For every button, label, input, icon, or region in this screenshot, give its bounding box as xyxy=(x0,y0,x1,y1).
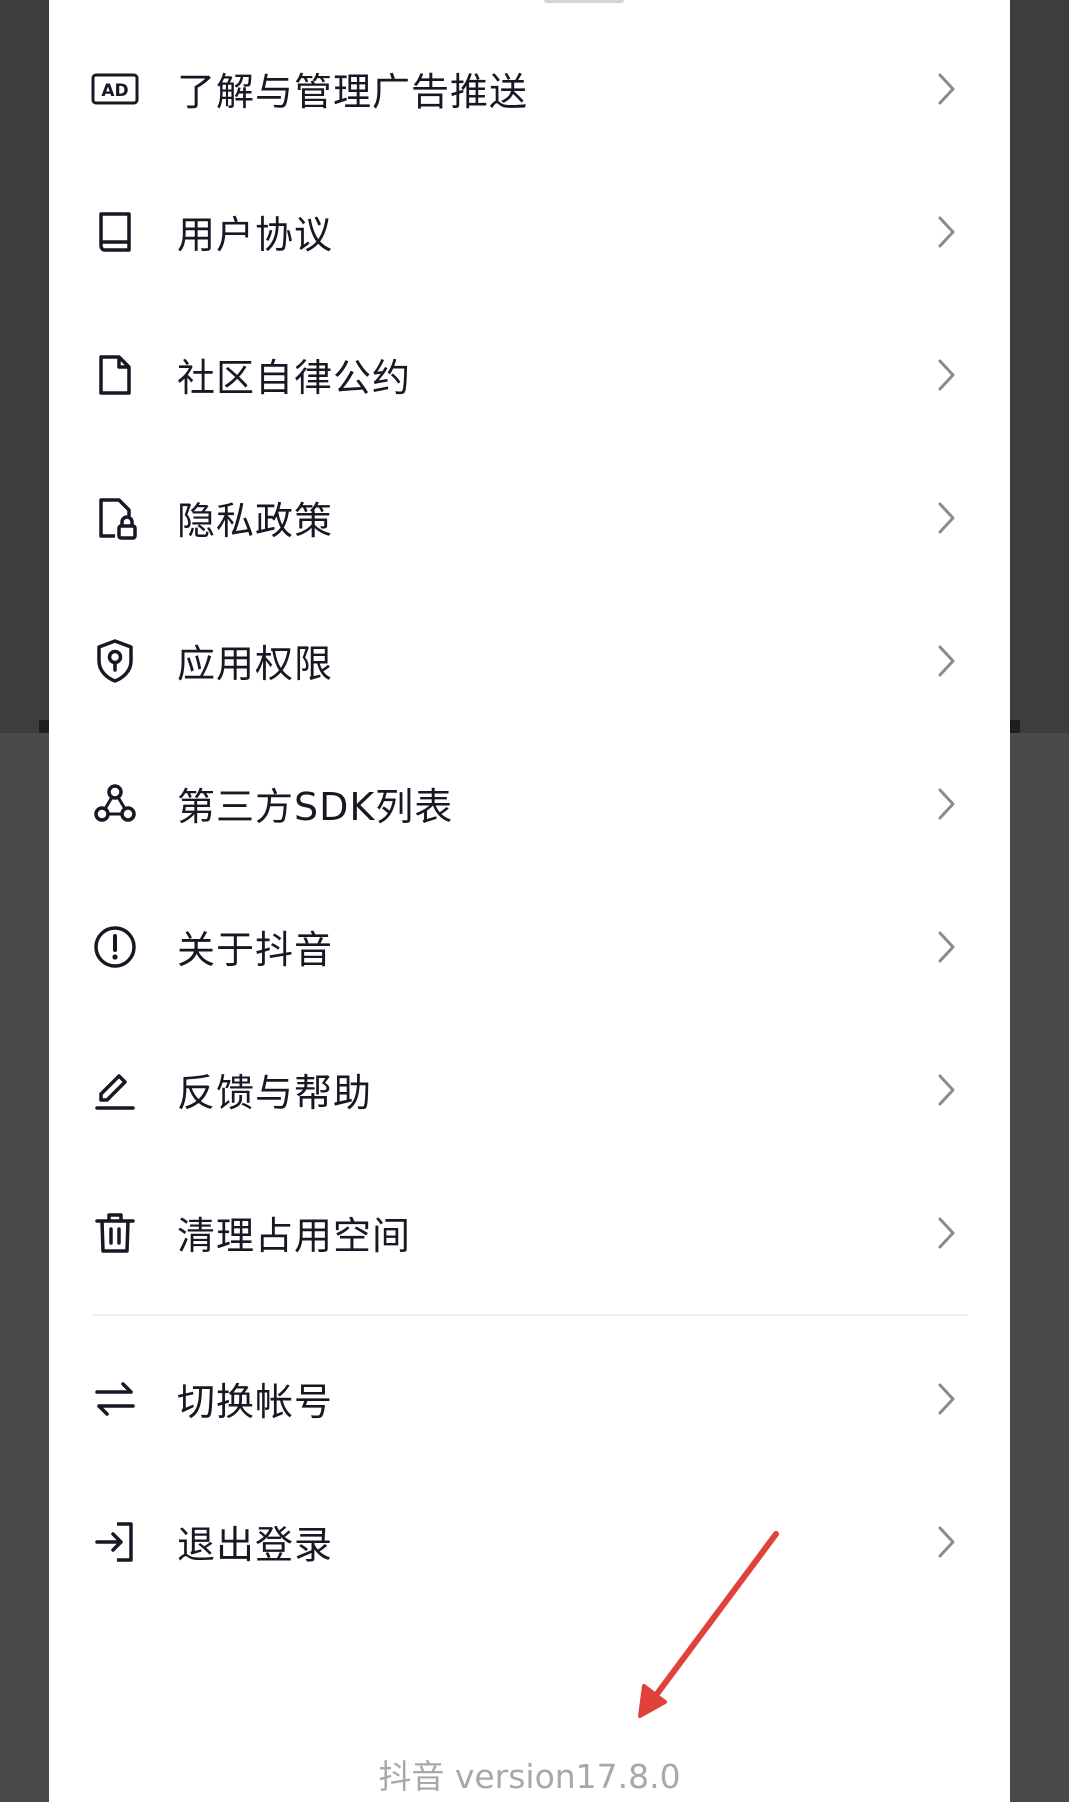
menu-item-label: 应用权限 xyxy=(177,642,334,686)
privacy-lock-icon xyxy=(91,494,139,542)
book-icon xyxy=(91,208,139,256)
menu-item-label: 隐私政策 xyxy=(177,499,334,543)
chevron-right-icon xyxy=(938,788,955,819)
cluster-icon xyxy=(91,780,139,828)
svg-text:AD: AD xyxy=(101,81,128,101)
menu-item-label: 了解与管理广告推送 xyxy=(177,70,529,114)
menu-item-feedback-help[interactable]: 反馈与帮助 xyxy=(49,1018,1010,1161)
menu-item-label: 社区自律公约 xyxy=(177,356,412,400)
app-version-text: 抖音 version17.8.0 xyxy=(378,1757,681,1796)
pencil-icon xyxy=(91,1066,139,1114)
menu-item-label: 第三方SDK列表 xyxy=(177,785,454,829)
menu-item-community-guidelines[interactable]: 社区自律公约 xyxy=(49,303,1010,446)
switch-arrows-icon xyxy=(91,1375,139,1423)
document-icon xyxy=(91,351,139,399)
section-divider xyxy=(93,1314,967,1316)
chevron-right-icon xyxy=(938,359,955,390)
chevron-right-icon xyxy=(938,1383,955,1414)
chevron-right-icon xyxy=(938,216,955,247)
menu-item-user-agreement[interactable]: 用户协议 xyxy=(49,160,1010,303)
menu-item-logout[interactable]: 退出登录 xyxy=(49,1470,1010,1613)
menu-item-switch-account[interactable]: 切换帐号 xyxy=(49,1327,1010,1470)
shield-keyhole-icon xyxy=(91,637,139,685)
chevron-right-icon xyxy=(938,73,955,104)
info-circle-icon xyxy=(91,923,139,971)
ad-icon: AD xyxy=(91,65,139,113)
menu-item-label: 关于抖音 xyxy=(177,928,334,972)
background-left xyxy=(0,0,49,733)
chevron-right-icon xyxy=(938,1526,955,1557)
menu-item-label: 退出登录 xyxy=(177,1523,334,1567)
menu-item-privacy-policy[interactable]: 隐私政策 xyxy=(49,446,1010,589)
sheet-grabber[interactable] xyxy=(544,0,624,3)
menu-item-ad-management[interactable]: AD 了解与管理广告推送 xyxy=(49,17,1010,160)
background-edge xyxy=(1010,720,1020,733)
chevron-right-icon xyxy=(938,645,955,676)
menu-item-third-party-sdk[interactable]: 第三方SDK列表 xyxy=(49,732,1010,875)
menu-item-label: 切换帐号 xyxy=(177,1380,334,1424)
menu-item-clear-storage[interactable]: 清理占用空间 xyxy=(49,1161,1010,1304)
logout-icon xyxy=(91,1518,139,1566)
menu-item-label: 清理占用空间 xyxy=(177,1214,412,1258)
menu-item-app-permissions[interactable]: 应用权限 xyxy=(49,589,1010,732)
menu-item-label: 反馈与帮助 xyxy=(177,1071,373,1115)
chevron-right-icon xyxy=(938,931,955,962)
settings-sheet: AD 了解与管理广告推送 用户协议 社区自律公约 隐私政策 应用权限 第三方SD… xyxy=(49,0,1010,1802)
menu-item-about[interactable]: 关于抖音 xyxy=(49,875,1010,1018)
chevron-right-icon xyxy=(938,1217,955,1248)
chevron-right-icon xyxy=(938,502,955,533)
background-edge xyxy=(39,720,49,733)
background-right xyxy=(1010,0,1069,733)
trash-icon xyxy=(91,1209,139,1257)
chevron-right-icon xyxy=(938,1074,955,1105)
menu-item-label: 用户协议 xyxy=(177,213,334,257)
